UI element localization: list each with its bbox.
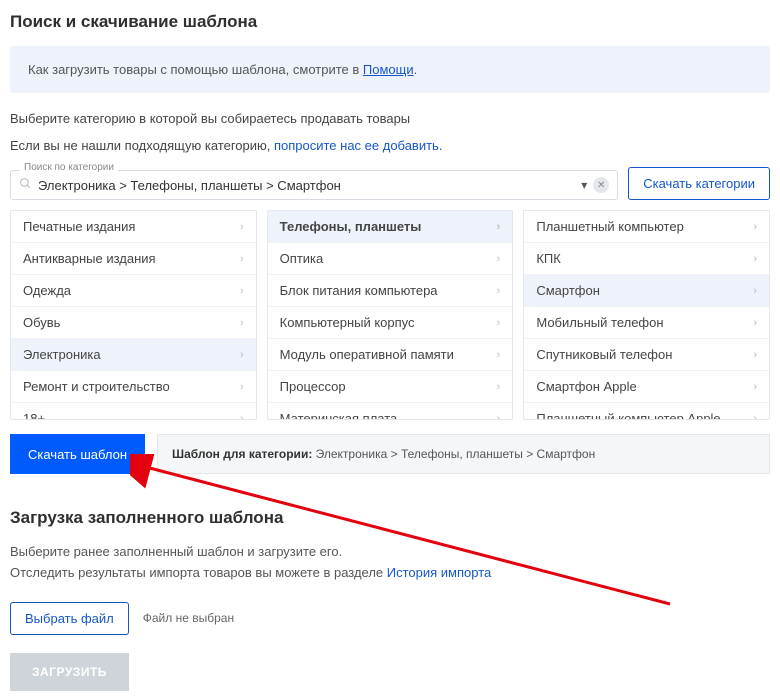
file-status: Файл не выбран [143,611,234,625]
search-icon [19,177,32,193]
import-history-link[interactable]: История импорта [387,565,491,580]
chevron-right-icon: › [497,413,501,421]
chevron-right-icon: › [753,413,757,421]
category-item[interactable]: Модуль оперативной памяти › [268,339,513,371]
category-item-label: Телефоны, планшеты [280,219,422,234]
chevron-right-icon: › [753,253,757,265]
chevron-right-icon: › [240,317,244,329]
category-item[interactable]: Материнская плата › [268,403,513,420]
chevron-right-icon: › [240,253,244,265]
template-category-crumb: Шаблон для категории: Электроника > Теле… [157,434,770,474]
category-item[interactable]: Оптика › [268,243,513,275]
category-item-label: Процессор [280,379,346,394]
category-item-label: Обувь [23,315,60,330]
category-item[interactable]: Компьютерный корпус › [268,307,513,339]
upload-desc-2-prefix: Отследить результаты импорта товаров вы … [10,565,387,580]
chevron-right-icon: › [753,221,757,233]
chevron-right-icon: › [753,285,757,297]
download-categories-button[interactable]: Скачать категории [628,167,770,200]
category-item-label: Спутниковый телефон [536,347,672,362]
category-item-label: КПК [536,251,561,266]
category-item[interactable]: Мобильный телефон › [524,307,769,339]
category-item-label: Смартфон Apple [536,379,636,394]
category-columns: Печатные издания›Антикварные издания›Оде… [10,210,770,420]
chevron-down-icon[interactable]: ▾ [581,178,587,192]
category-item[interactable]: Планшетный компьютер Apple › [524,403,769,420]
category-search-field[interactable]: Поиск по категории ▾ ✕ [10,170,618,200]
search-label: Поиск по категории [20,162,118,173]
chevron-right-icon: › [240,221,244,233]
chevron-right-icon: › [497,285,501,297]
chevron-right-icon: › [497,349,501,361]
category-item[interactable]: Смартфон › [524,275,769,307]
crumb-path: Электроника > Телефоны, планшеты > Смарт… [312,447,595,461]
category-item[interactable]: Процессор › [268,371,513,403]
category-item-label: Одежда [23,283,71,298]
category-item-label: Печатные издания [23,219,135,234]
category-column-1[interactable]: Печатные издания›Антикварные издания›Оде… [10,210,257,420]
category-item-label: Антикварные издания [23,251,156,266]
download-template-button[interactable]: Скачать шаблон [10,434,145,474]
intro-line-2-suffix: . [439,138,443,153]
category-item[interactable]: Планшетный компьютер › [524,211,769,243]
request-category-link[interactable]: попросите нас ее добавить [274,138,439,153]
upload-desc-2: Отследить результаты импорта товаров вы … [10,563,770,584]
chevron-right-icon: › [240,381,244,393]
help-banner: Как загрузить товары с помощью шаблона, … [10,46,770,93]
chevron-right-icon: › [240,349,244,361]
category-item-label: Блок питания компьютера [280,283,438,298]
upload-section-title: Загрузка заполненного шаблона [10,508,770,528]
category-item-label: Планшетный компьютер Apple [536,411,720,420]
category-item[interactable]: Электроника › [11,339,256,371]
chevron-right-icon: › [753,349,757,361]
category-item-label: Мобильный телефон [536,315,663,330]
category-column-2[interactable]: Телефоны, планшеты›Оптика›Блок питания к… [267,210,514,420]
category-item[interactable]: Одежда › [11,275,256,307]
upload-button[interactable]: ЗАГРУЗИТЬ [10,653,129,691]
category-item-label: Компьютерный корпус [280,315,415,330]
category-item[interactable]: Ремонт и строительство › [11,371,256,403]
category-column-3[interactable]: Планшетный компьютер›КПК›Смартфон›Мобиль… [523,210,770,420]
banner-text-prefix: Как загрузить товары с помощью шаблона, … [28,62,363,77]
banner-text-suffix: . [414,62,418,77]
clear-icon[interactable]: ✕ [593,177,609,193]
category-item[interactable]: Печатные издания › [11,211,256,243]
search-input[interactable] [38,178,575,193]
category-item[interactable]: Антикварные издания › [11,243,256,275]
category-item-label: Планшетный компьютер [536,219,683,234]
chevron-right-icon: › [240,285,244,297]
category-item-label: Смартфон [536,283,600,298]
intro-line-2-prefix: Если вы не нашли подходящую категорию, [10,138,274,153]
choose-file-button[interactable]: Выбрать файл [10,602,129,635]
intro-line-1: Выберите категорию в которой вы собирает… [10,111,770,126]
category-item[interactable]: Обувь › [11,307,256,339]
chevron-right-icon: › [753,381,757,393]
category-item[interactable]: 18+ › [11,403,256,420]
chevron-right-icon: › [497,253,501,265]
chevron-right-icon: › [753,317,757,329]
help-link[interactable]: Помощи [363,62,414,77]
category-item[interactable]: КПК › [524,243,769,275]
category-item[interactable]: Блок питания компьютера › [268,275,513,307]
category-item-label: Электроника [23,347,101,362]
chevron-right-icon: › [497,221,501,233]
page-title: Поиск и скачивание шаблона [10,12,770,32]
category-item[interactable]: Спутниковый телефон › [524,339,769,371]
category-item-label: Оптика [280,251,324,266]
chevron-right-icon: › [497,317,501,329]
crumb-label: Шаблон для категории: [172,447,312,461]
category-item[interactable]: Телефоны, планшеты › [268,211,513,243]
chevron-right-icon: › [240,413,244,421]
category-item[interactable]: Смартфон Apple › [524,371,769,403]
category-item-label: Ремонт и строительство [23,379,170,394]
category-item-label: Модуль оперативной памяти [280,347,454,362]
intro-line-2: Если вы не нашли подходящую категорию, п… [10,138,770,153]
chevron-right-icon: › [497,381,501,393]
category-item-label: Материнская плата [280,411,398,420]
upload-desc-1: Выберите ранее заполненный шаблон и загр… [10,542,770,563]
category-item-label: 18+ [23,411,45,420]
